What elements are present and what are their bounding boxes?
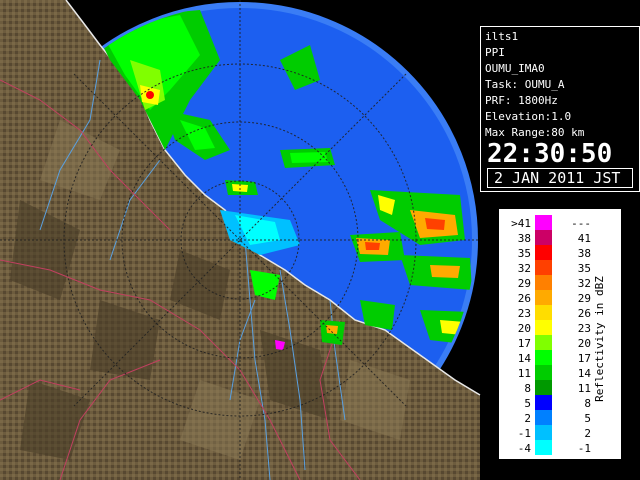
legend-swatch: [535, 230, 552, 245]
legend-swatch: [535, 275, 552, 290]
legend-swatch: [535, 425, 552, 440]
legend-swatch: [535, 215, 552, 230]
legend-swatch: [535, 380, 552, 395]
legend-swatch: [535, 395, 552, 410]
prf-value: PRF: 1800Hz: [485, 94, 558, 107]
max-range-value: Max Range:80 km: [485, 126, 585, 139]
legend-swatch: [535, 290, 552, 305]
legend-high-value: -1: [577, 442, 591, 455]
legend-swatch: [535, 335, 552, 350]
radar-info-panel: ilts1 PPI OUMU_IMA0 Task: OUMU_A PRF: 18…: [480, 26, 640, 192]
scan-mode: PPI: [485, 46, 505, 59]
legend-swatch: [535, 320, 552, 335]
task-name: Task: OUMU_A: [485, 78, 565, 91]
legend-swatch: [535, 350, 552, 365]
legend-swatch: [535, 305, 552, 320]
legend-swatch: [535, 260, 552, 275]
radar-display: ilts1 PPI OUMU_IMA0 Task: OUMU_A PRF: 18…: [0, 0, 640, 480]
radar-id: ilts1: [485, 30, 519, 43]
legend-row: -4 -1: [499, 440, 599, 457]
legend-axis-label: Reflectivity in dBZ: [593, 276, 606, 402]
scan-time: 22:30:50: [487, 139, 613, 169]
elevation-value: Elevation:1.0: [485, 110, 572, 123]
legend-swatch: [535, 410, 552, 425]
reflectivity-legend: >41 --- 38 41 35 38 32 35 29 32 26 29 23 26 20 23 17 20 14…: [498, 208, 622, 460]
legend-swatch: [535, 365, 552, 380]
legend-swatch: [535, 440, 552, 455]
scan-date: 2 JAN 2011 JST: [487, 168, 633, 188]
product-name: OUMU_IMA0: [485, 62, 545, 75]
legend-low-value: -4: [517, 442, 531, 455]
legend-swatch: [535, 245, 552, 260]
